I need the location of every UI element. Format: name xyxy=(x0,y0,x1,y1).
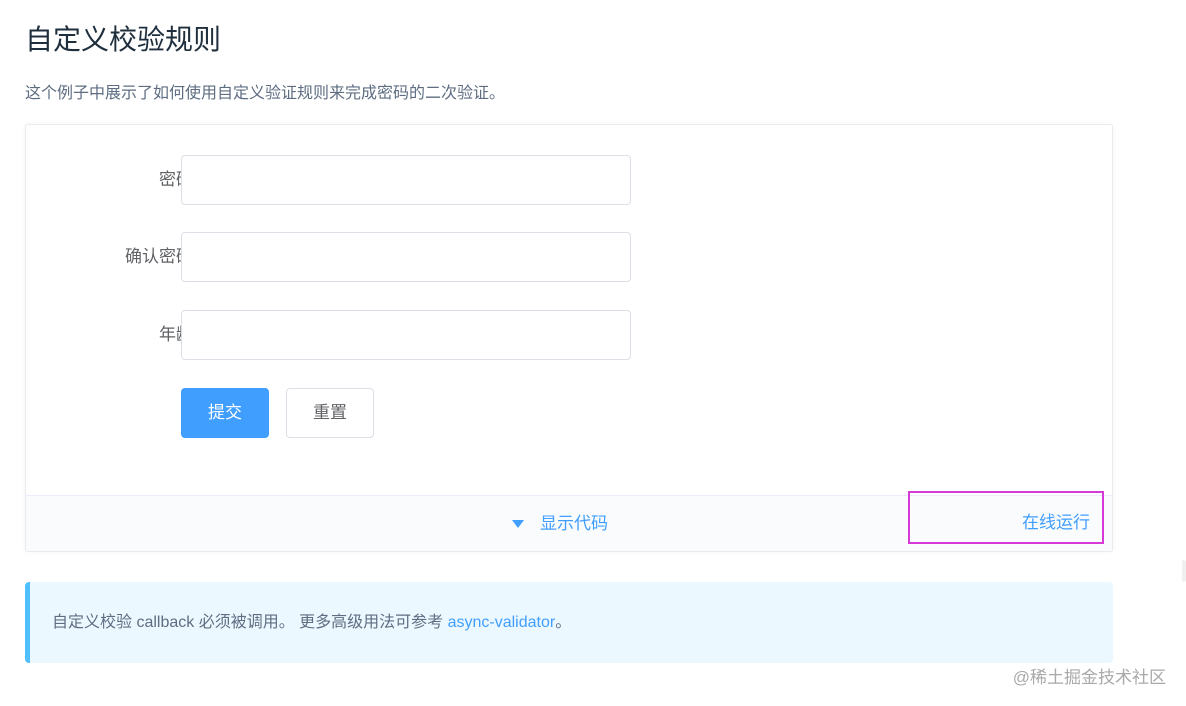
tip-text-end: 。 xyxy=(555,614,571,631)
form-row-confirm-password: 确认密码 xyxy=(26,232,666,282)
form-row-age: 年龄 xyxy=(26,310,666,360)
age-input[interactable] xyxy=(181,310,631,360)
confirm-password-input[interactable] xyxy=(181,232,631,282)
page-title: 自定义校验规则 xyxy=(25,20,221,60)
show-code-toggle[interactable]: 显示代码 xyxy=(512,496,608,552)
form-row-password: 密码 xyxy=(26,155,666,205)
watermark: @稀土掘金技术社区 xyxy=(1013,663,1166,688)
tip-box: 自定义校验 callback 必须被调用。 更多高级用法可参考 async-va… xyxy=(25,582,1113,663)
tip-text: 自定义校验 callback 必须被调用。 更多高级用法可参考 xyxy=(52,614,448,631)
run-online-link[interactable]: 在线运行 xyxy=(1022,493,1090,553)
async-validator-link[interactable]: async-validator xyxy=(448,614,556,631)
caret-down-icon xyxy=(512,520,524,528)
show-code-label: 显示代码 xyxy=(540,514,608,533)
page-description: 这个例子中展示了如何使用自定义验证规则来完成密码的二次验证。 xyxy=(25,82,505,106)
scroll-edge-indicator xyxy=(1182,560,1186,582)
demo-block: 密码 确认密码 年龄 提交 重置 显示代码 在线运行 xyxy=(25,124,1113,552)
reset-button[interactable]: 重置 xyxy=(286,388,374,438)
demo-footer: 显示代码 在线运行 xyxy=(26,495,1112,551)
submit-button[interactable]: 提交 xyxy=(181,388,269,438)
run-online-highlight: 在线运行 xyxy=(908,491,1104,544)
password-input[interactable] xyxy=(181,155,631,205)
